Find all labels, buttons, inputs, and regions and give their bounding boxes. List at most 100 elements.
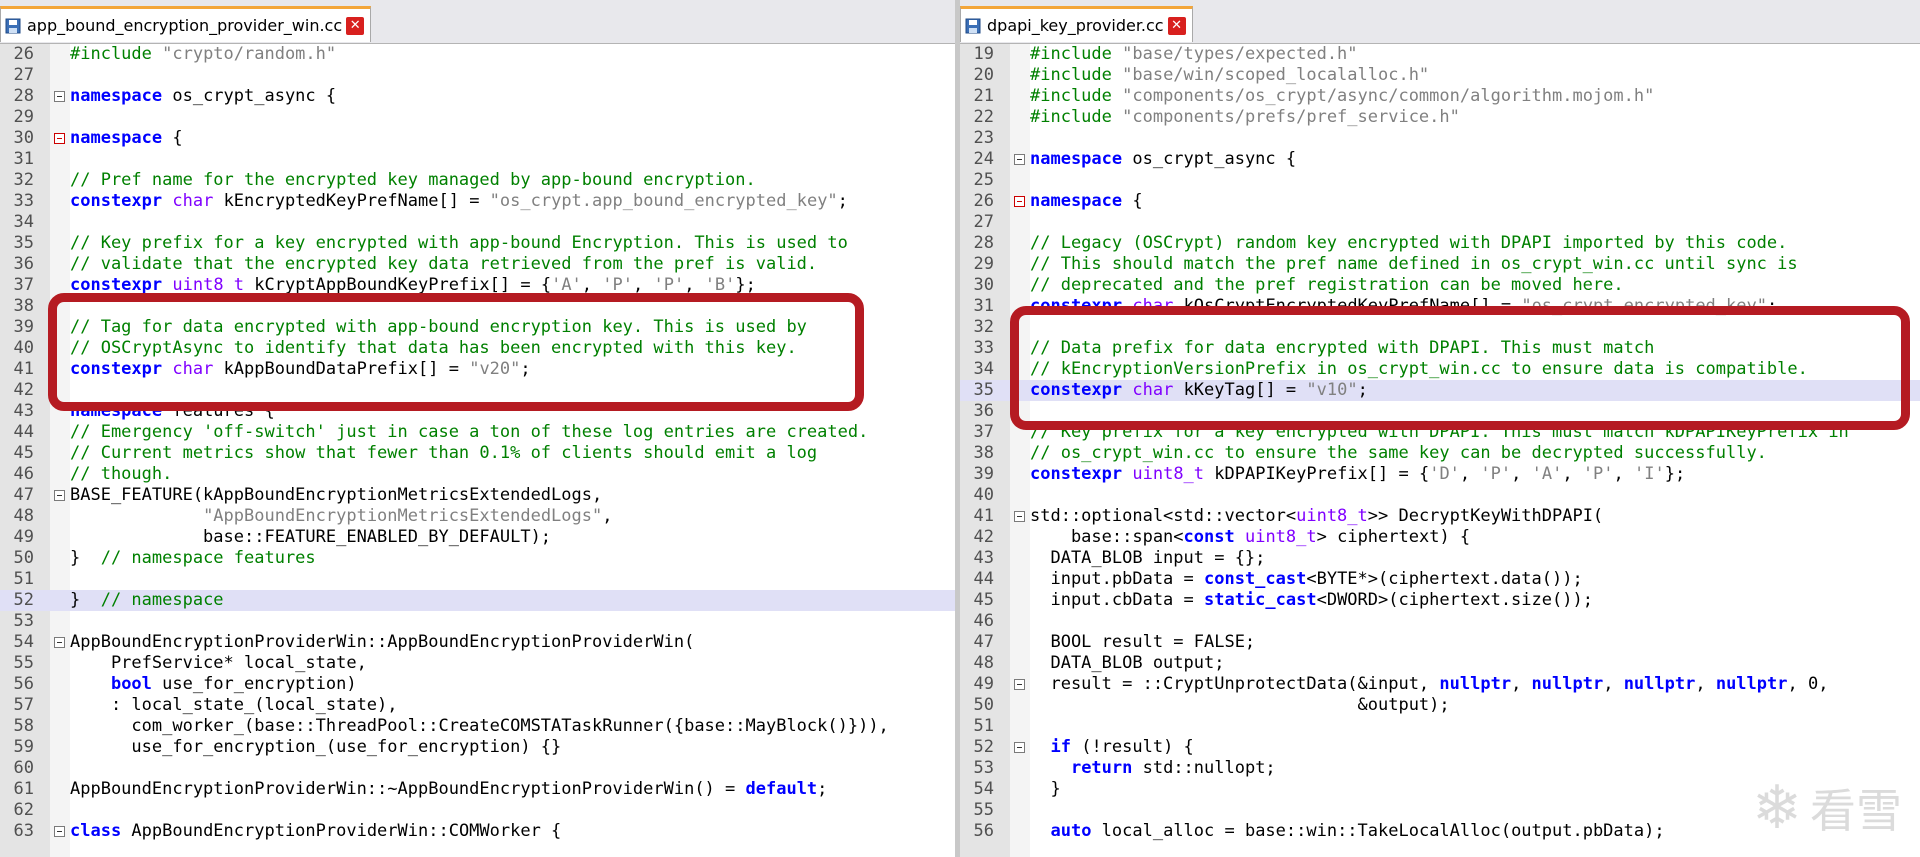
line-number: 29 xyxy=(973,254,994,274)
code-text: // though. xyxy=(70,464,173,484)
code-line: 40 // OSCryptAsync to identify that data … xyxy=(0,338,955,359)
line-number: 59 xyxy=(13,737,34,757)
line-number: 24 xyxy=(973,149,994,169)
code-line: 38 // os_crypt_win.cc to ensure the same … xyxy=(960,443,1920,464)
line-number: 57 xyxy=(13,695,34,715)
fold-toggle-icon[interactable] xyxy=(1014,742,1025,753)
code-text: namespace features { xyxy=(70,401,275,421)
fold-toggle-icon[interactable] xyxy=(54,826,65,837)
line-number: 29 xyxy=(13,107,34,127)
line-number: 37 xyxy=(13,275,34,295)
line-number: 48 xyxy=(13,506,34,526)
line-number: 41 xyxy=(973,506,994,526)
fold-toggle-icon[interactable] xyxy=(1014,196,1025,207)
code-text: result = ::CryptUnprotectData(&input, nu… xyxy=(1030,674,1829,694)
code-line: 35 constexpr char kKeyTag[] = "v10"; xyxy=(960,380,1920,401)
line-number: 27 xyxy=(973,212,994,232)
code-line: 63 class AppBoundEncryptionProviderWin::C… xyxy=(0,821,955,842)
fold-toggle-icon[interactable] xyxy=(54,637,65,648)
line-number: 47 xyxy=(973,632,994,652)
line-number: 48 xyxy=(973,653,994,673)
code-text: namespace os_crypt_async { xyxy=(70,86,337,106)
code-text: constexpr char kEncryptedKeyPrefName[] =… xyxy=(70,191,848,211)
line-number: 49 xyxy=(973,674,994,694)
code-text: AppBoundEncryptionProviderWin::~AppBound… xyxy=(70,779,828,799)
code-text: namespace { xyxy=(70,128,183,148)
code-text: base::FEATURE_ENABLED_BY_DEFAULT); xyxy=(70,527,552,547)
tab-app-bound-encryption-provider-win[interactable]: app_bound_encryption_provider_win.cc ✕ xyxy=(0,6,372,42)
line-number: 21 xyxy=(973,86,994,106)
fold-toggle-icon[interactable] xyxy=(54,133,65,144)
code-line: 37 constexpr uint8_t kCryptAppBoundKeyPre… xyxy=(0,275,955,296)
line-number: 23 xyxy=(973,128,994,148)
line-number: 51 xyxy=(973,716,994,736)
code-text: } // namespace xyxy=(70,590,224,610)
code-text: : local_state_(local_state), xyxy=(70,695,398,715)
line-number: 58 xyxy=(13,716,34,736)
close-icon[interactable]: ✕ xyxy=(1167,16,1186,35)
line-number: 61 xyxy=(13,779,34,799)
line-number: 20 xyxy=(973,65,994,85)
fold-toggle-icon[interactable] xyxy=(1014,511,1025,522)
code-text: auto local_alloc = base::win::TakeLocalA… xyxy=(1050,821,1665,841)
line-number: 30 xyxy=(13,128,34,148)
code-text: BOOL result = FALSE; xyxy=(1030,632,1256,652)
code-line: 53 xyxy=(0,611,955,632)
right-tab-bar: dpapi_key_provider.cc ✕ xyxy=(960,0,1920,44)
line-number: 43 xyxy=(13,401,34,421)
code-line: 45 input.cbData = static_cast<DWORD>(cip… xyxy=(960,590,1920,611)
floppy-disk-icon xyxy=(5,18,21,33)
line-number: 50 xyxy=(13,548,34,568)
code-line: 50 &output); xyxy=(960,695,1920,716)
code-text: if (!result) { xyxy=(1050,737,1194,757)
tab-dpapi-key-provider[interactable]: dpapi_key_provider.cc ✕ xyxy=(960,6,1193,42)
code-text: // Legacy (OSCrypt) random key encrypted… xyxy=(1030,233,1788,253)
code-text: // This should match the pref name defin… xyxy=(1030,254,1798,274)
code-line: 36 // validate that the encrypted key dat… xyxy=(0,254,955,275)
code-line: 21 #include "components/os_crypt/async/co… xyxy=(960,86,1920,107)
code-text: // Key prefix for a key encrypted with D… xyxy=(1030,422,1849,442)
line-number: 40 xyxy=(13,338,34,358)
line-number: 55 xyxy=(973,800,994,820)
code-text: } xyxy=(1030,779,1061,799)
line-number: 44 xyxy=(13,422,34,442)
line-number: 32 xyxy=(13,170,34,190)
right-code-editor[interactable]: 19 #include "base/types/expected.h" 20 #inc… xyxy=(960,44,1920,857)
line-number: 26 xyxy=(973,191,994,211)
line-number: 33 xyxy=(13,191,34,211)
code-text: use_for_encryption_(use_for_encryption) … xyxy=(70,737,562,757)
line-number: 39 xyxy=(973,464,994,484)
watermark: ❄ 看雪 xyxy=(1752,773,1902,843)
line-number: 38 xyxy=(973,443,994,463)
code-text: &output); xyxy=(1030,695,1450,715)
line-number: 31 xyxy=(13,149,34,169)
code-line: 31 constexpr char kOsCryptEncryptedKeyPre… xyxy=(960,296,1920,317)
code-line: 62 xyxy=(0,800,955,821)
code-line: 43 namespace features { xyxy=(0,401,955,422)
code-line: 32 // Pref name for the encrypted key man… xyxy=(0,170,955,191)
fold-toggle-icon[interactable] xyxy=(1014,679,1025,690)
left-code-editor[interactable]: 26 #include "crypto/random.h" 27 28 namespac… xyxy=(0,44,955,857)
fold-toggle-icon[interactable] xyxy=(1014,154,1025,165)
close-icon[interactable]: ✕ xyxy=(346,16,365,35)
code-line: 28 // Legacy (OSCrypt) random key encrypt… xyxy=(960,233,1920,254)
fold-toggle-icon[interactable] xyxy=(54,91,65,102)
code-text: // Emergency 'off-switch' just in case a… xyxy=(70,422,869,442)
line-number: 52 xyxy=(973,737,994,757)
code-line: 48 DATA_BLOB output; xyxy=(960,653,1920,674)
code-text: // os_crypt_win.cc to ensure the same ke… xyxy=(1030,443,1767,463)
fold-toggle-icon[interactable] xyxy=(54,490,65,501)
line-number: 62 xyxy=(13,800,34,820)
code-text: return std::nullopt; xyxy=(1070,758,1276,778)
code-text: constexpr uint8_t kCryptAppBoundKeyPrefi… xyxy=(70,275,756,295)
line-number: 47 xyxy=(13,485,34,505)
code-line: 59 use_for_encryption_(use_for_encryptio… xyxy=(0,737,955,758)
snowflake-icon: ❄ xyxy=(1751,773,1802,843)
line-number: 56 xyxy=(973,821,994,841)
line-number: 34 xyxy=(13,212,34,232)
code-line: 24 namespace os_crypt_async { xyxy=(960,149,1920,170)
code-line: 38 xyxy=(0,296,955,317)
line-number: 33 xyxy=(973,338,994,358)
code-line: 52 if (!result) { xyxy=(960,737,1920,758)
code-text: } // namespace features xyxy=(70,548,316,568)
